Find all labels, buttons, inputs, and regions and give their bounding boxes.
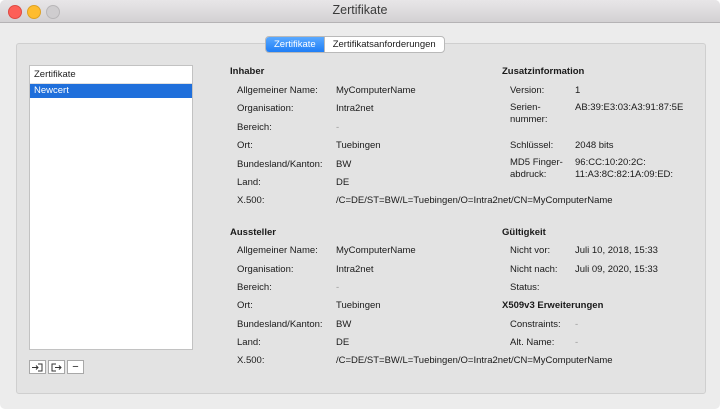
issuer-org-value: Intra2net xyxy=(336,264,374,275)
alt-name-label: Alt. Name: xyxy=(510,337,555,348)
holder-org-label: Organisation: xyxy=(237,103,294,114)
holder-unit-value: - xyxy=(336,122,340,133)
md5-value-line1: 96:CC:10:20:2C: xyxy=(575,157,646,168)
issuer-city-value: Tuebingen xyxy=(336,300,381,311)
holder-common-name-value: MyComputerName xyxy=(336,85,416,96)
list-action-buttons: − xyxy=(29,360,86,374)
holder-country-value: DE xyxy=(336,177,350,188)
issuer-common-name-value: MyComputerName xyxy=(336,245,416,256)
x509-heading: X509v3 Erweiterungen xyxy=(502,300,604,311)
holder-state-value: BW xyxy=(336,159,352,170)
issuer-x500-label: X.500: xyxy=(237,355,265,366)
holder-state-label: Bundesland/Kanton: xyxy=(237,159,323,170)
not-after-label: Nicht nach: xyxy=(510,264,558,275)
holder-common-name-label: Allgemeiner Name: xyxy=(237,85,318,96)
issuer-unit-label: Bereich: xyxy=(237,282,272,293)
serial-label-line1: Serien- xyxy=(510,102,541,113)
certificate-list[interactable]: Zertifikate Newcert xyxy=(29,65,193,350)
not-before-value: Juli 10, 2018, 15:33 xyxy=(575,245,658,256)
version-label: Version: xyxy=(510,85,545,96)
issuer-state-label: Bundesland/Kanton: xyxy=(237,319,323,330)
tab-bar: Zertifikate Zertifikatsanforderungen xyxy=(265,36,445,53)
list-header: Zertifikate xyxy=(30,66,192,84)
holder-x500-label: X.500: xyxy=(237,195,265,206)
tab-certificates[interactable]: Zertifikate xyxy=(266,37,324,52)
constraints-value: - xyxy=(575,319,579,330)
remove-button[interactable]: − xyxy=(67,360,84,374)
holder-city-label: Ort: xyxy=(237,140,253,151)
issuer-common-name-label: Allgemeiner Name: xyxy=(237,245,318,256)
holder-heading: Inhaber xyxy=(230,66,265,77)
key-label: Schlüssel: xyxy=(510,140,554,151)
list-item[interactable]: Newcert xyxy=(30,84,192,98)
tab-certificate-requests[interactable]: Zertifikatsanforderungen xyxy=(323,37,444,52)
constraints-label: Constraints: xyxy=(510,319,561,330)
md5-label-line2: abdruck: xyxy=(510,169,547,180)
import-icon xyxy=(32,363,43,371)
issuer-org-label: Organisation: xyxy=(237,264,294,275)
serial-value: AB:39:E3:03:A3:91:87:5E xyxy=(575,102,684,113)
issuer-x500-value: /C=DE/ST=BW/L=Tuebingen/O=Intra2net/CN=M… xyxy=(336,355,613,366)
import-button[interactable] xyxy=(29,360,46,374)
export-icon xyxy=(51,363,62,371)
holder-country-label: Land: xyxy=(237,177,261,188)
issuer-unit-value: - xyxy=(336,282,340,293)
md5-label-line1: MD5 Finger- xyxy=(510,157,563,168)
status-label: Status: xyxy=(510,282,540,293)
issuer-state-value: BW xyxy=(336,319,352,330)
key-value: 2048 bits xyxy=(575,140,614,151)
not-after-value: Juli 09, 2020, 15:33 xyxy=(575,264,658,275)
export-button[interactable] xyxy=(48,360,65,374)
certificates-window: Zertifikate Zertifikate Zertifikatsanfor… xyxy=(0,0,720,409)
issuer-country-label: Land: xyxy=(237,337,261,348)
issuer-heading: Aussteller xyxy=(230,227,276,238)
issuer-city-label: Ort: xyxy=(237,300,253,311)
title-bar: Zertifikate xyxy=(0,0,720,23)
holder-city-value: Tuebingen xyxy=(336,140,381,151)
holder-org-value: Intra2net xyxy=(336,103,374,114)
window-title: Zertifikate xyxy=(332,3,388,17)
validity-heading: Gültigkeit xyxy=(502,227,546,238)
serial-label-line2: nummer: xyxy=(510,114,548,125)
issuer-country-value: DE xyxy=(336,337,350,348)
holder-unit-label: Bereich: xyxy=(237,122,272,133)
holder-x500-value: /C=DE/ST=BW/L=Tuebingen/O=Intra2net/CN=M… xyxy=(336,195,613,206)
extra-info-heading: Zusatzinformation xyxy=(502,66,585,77)
alt-name-value: - xyxy=(575,337,579,348)
md5-value-line2: 11:A3:8C:82:1A:09:ED: xyxy=(575,169,674,180)
version-value: 1 xyxy=(575,85,581,96)
not-before-label: Nicht vor: xyxy=(510,245,551,256)
